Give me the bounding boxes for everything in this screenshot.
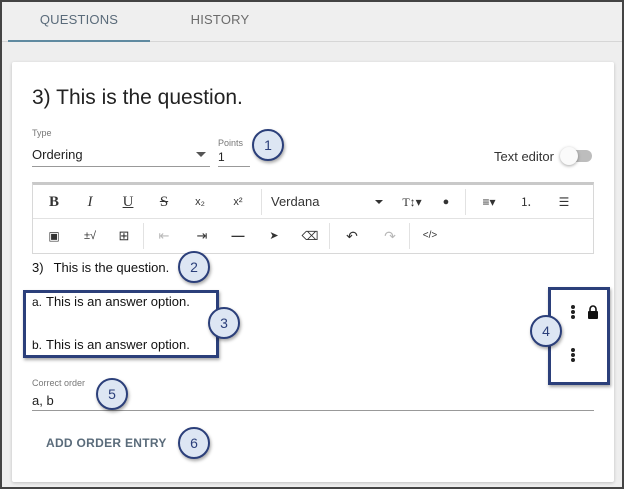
callout-5: 5 [96,378,128,410]
toolbar-row-insert: ▣ ±√ ⊞ ⇤ ⇥ — ➤ ⌫ ↶ ↷ </> [33,219,593,253]
italic-icon[interactable]: I [75,185,105,219]
correct-order-underline [32,410,594,411]
active-tab-indicator [8,40,150,42]
tab-bar: QUESTIONS HISTORY [2,2,622,42]
callout-4: 4 [530,315,562,347]
subscript-icon[interactable]: x₂ [185,185,215,219]
correct-order-label: Correct order [32,378,86,388]
callout-6: 6 [178,427,210,459]
correct-order-input[interactable]: a, b [32,393,54,408]
toolbar-divider [143,223,144,249]
points-label: Points [218,138,244,148]
tab-questions-label: QUESTIONS [39,12,119,27]
question-number: 3) [32,260,44,275]
callout-1: 1 [252,129,284,161]
type-select-underline [32,166,210,167]
outdent-icon[interactable]: ⇤ [149,219,179,253]
points-input-underline [218,166,250,167]
math-icon[interactable]: ±√ [75,219,105,253]
question-body-text: This is the question. [53,260,170,275]
bullet-list-icon[interactable]: ☰ [549,185,579,219]
toolbar-row-formatting: B I U S x₂ x² Verdana T↕▾ ● ≡▾ ⒈ ☰ [33,185,593,219]
image-icon[interactable]: ▣ [39,219,69,253]
points-input[interactable]: 1 [218,150,225,164]
undo-icon[interactable]: ↶ [337,219,367,253]
text-editor-label: Text editor [494,149,554,164]
pointer-icon[interactable]: ➤ [259,219,289,253]
toolbar-divider [465,189,466,215]
chevron-down-icon[interactable] [196,152,206,157]
tab-history[interactable]: HISTORY [150,2,290,42]
redo-icon[interactable]: ↷ [375,219,405,253]
question-title: 3) This is the question. [32,86,243,109]
type-select[interactable]: Ordering [32,147,83,162]
text-size-icon[interactable]: T↕▾ [395,185,429,219]
rich-text-toolbar: B I U S x₂ x² Verdana T↕▾ ● ≡▾ ⒈ ☰ ▣ ±√ … [32,182,594,254]
chevron-down-icon [375,200,383,204]
question-card: 3) This is the question. Type Ordering P… [12,62,614,482]
align-icon[interactable]: ≡▾ [473,185,505,219]
font-family-value: Verdana [271,194,320,209]
strikethrough-icon[interactable]: S [149,185,179,219]
font-family-select[interactable]: Verdana [271,185,391,219]
underline-icon[interactable]: U [113,185,143,219]
eraser-icon[interactable]: ⌫ [295,219,325,253]
toolbar-divider [261,189,262,215]
bold-icon[interactable]: B [39,185,69,219]
toolbar-divider [409,223,410,249]
add-order-entry-button[interactable]: ADD ORDER ENTRY [46,436,167,450]
question-body[interactable]: 3) This is the question. [32,260,169,275]
answers-highlight-box [23,290,219,358]
superscript-icon[interactable]: x² [223,185,253,219]
callout-3: 3 [208,307,240,339]
callout-2: 2 [178,251,210,283]
table-icon[interactable]: ⊞ [109,219,139,253]
tab-questions[interactable]: QUESTIONS [8,2,150,42]
text-color-icon[interactable]: ● [431,185,461,219]
code-icon[interactable]: </> [415,219,445,253]
toolbar-divider [329,223,330,249]
horizontal-rule-icon[interactable]: — [223,219,253,253]
type-label: Type [32,128,52,138]
indent-icon[interactable]: ⇥ [187,219,217,253]
tab-history-label: HISTORY [190,12,250,27]
text-editor-toggle-thumb[interactable] [560,147,578,165]
ordered-list-icon[interactable]: ⒈ [511,185,541,219]
